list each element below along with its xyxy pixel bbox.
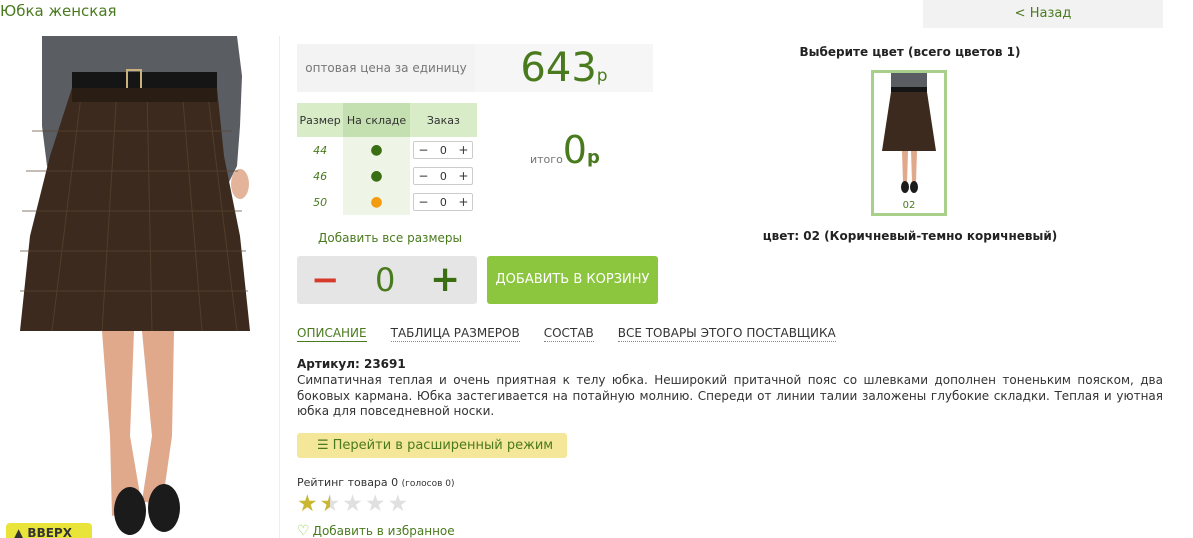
star-icon[interactable]: ★	[388, 491, 409, 517]
tab-description[interactable]: ОПИСАНИЕ	[297, 326, 367, 342]
quantity-value[interactable]: 0	[375, 260, 395, 300]
advanced-mode-button[interactable]: ☰ Перейти в расширенный режим	[297, 433, 567, 458]
price-currency: р	[596, 66, 608, 86]
to-top-button[interactable]: ▲ ВВЕРХ	[6, 523, 92, 538]
size-cell: 50	[313, 195, 328, 209]
star-icon[interactable]: ★	[365, 491, 386, 517]
tab-composition[interactable]: СОСТАВ	[543, 326, 594, 342]
price-label: оптовая цена за единицу	[305, 61, 467, 75]
add-to-favorites-link[interactable]: ♡ Добавить в избранное	[297, 523, 455, 538]
color-thumbnail-label: 02	[902, 200, 916, 211]
stock-cell: ●	[343, 163, 410, 189]
in-stock-icon: ●	[370, 142, 383, 158]
price-box: оптовая цена за единицу 643р	[297, 44, 653, 92]
size-cell: 46	[313, 169, 328, 183]
color-thumbnail-image	[882, 73, 936, 193]
decrement-button[interactable]: −	[418, 143, 428, 157]
product-photo	[2, 36, 280, 538]
rating-votes: (голосов 0)	[401, 479, 455, 489]
to-top-label: ВВЕРХ	[27, 526, 72, 538]
page-title: Юбка женская	[0, 2, 117, 20]
tab-size-chart[interactable]: ТАБЛИЦА РАЗМЕРОВ	[390, 326, 520, 342]
quantity-box: − 0 +	[297, 256, 477, 304]
total-value: 0	[562, 128, 587, 172]
decrement-button[interactable]: −	[418, 195, 428, 209]
order-total: итого0р	[530, 128, 600, 172]
product-description: Симпатичная теплая и очень приятная к те…	[297, 373, 1163, 418]
decrement-button[interactable]: −	[418, 169, 428, 183]
color-thumbnail[interactable]: 02	[871, 70, 947, 216]
order-cell: − 0 +	[410, 189, 477, 215]
table-row: 46 ● − 0 +	[297, 163, 477, 189]
quantity-minus-button[interactable]: −	[311, 260, 340, 300]
quantity-value[interactable]: 0	[440, 196, 447, 209]
increment-button[interactable]: +	[458, 195, 468, 209]
color-name: цвет: 02 (Коричневый-темно коричневый)	[762, 229, 1058, 243]
table-row: 50 ● − 0 +	[297, 189, 477, 215]
increment-button[interactable]: +	[458, 169, 468, 183]
heart-icon: ♡	[297, 523, 310, 538]
favorites-label: Добавить в избранное	[312, 524, 455, 538]
star-icon[interactable]: ★	[342, 491, 363, 517]
price-value-wrap: 643р	[475, 44, 653, 92]
quantity-stepper: − 0 +	[413, 167, 474, 185]
arrow-up-icon: ▲	[14, 526, 24, 538]
rating-label: Рейтинг товара 0 (голосов 0)	[297, 476, 455, 489]
rating-text: Рейтинг товара 0	[297, 476, 399, 489]
stock-cell: ●	[343, 137, 410, 163]
advanced-mode-label: Перейти в расширенный режим	[332, 438, 554, 453]
price-value: 643	[520, 45, 597, 91]
star-icon[interactable]: ★	[320, 491, 341, 517]
quantity-stepper: − 0 +	[413, 141, 474, 159]
total-currency: р	[586, 147, 600, 168]
size-cell: 44	[313, 143, 328, 157]
quantity-plus-button[interactable]: +	[430, 260, 460, 300]
in-stock-icon: ●	[370, 168, 383, 184]
add-to-cart-button[interactable]: ДОБАВИТЬ В КОРЗИНУ	[487, 256, 658, 304]
order-header: Заказ	[409, 103, 477, 137]
article-number: Артикул: 23691	[297, 357, 406, 371]
color-title: Выберите цвет (всего цветов 1)	[799, 45, 1021, 59]
size-header: Размер	[297, 103, 344, 137]
order-cell: − 0 +	[410, 137, 477, 163]
stock-cell: ●	[343, 189, 410, 215]
sizes-table: Размер На складе Заказ 44 ● − 0 + 46 ● −	[297, 103, 477, 215]
tab-supplier-products[interactable]: ВСЕ ТОВАРЫ ЭТОГО ПОСТАВЩИКА	[617, 326, 836, 342]
table-row: 44 ● − 0 +	[297, 137, 477, 163]
add-all-sizes-link[interactable]: Добавить все размеры	[318, 231, 462, 245]
increment-button[interactable]: +	[458, 143, 468, 157]
stock-header: На складе	[343, 103, 410, 137]
star-icon[interactable]: ★	[297, 491, 318, 517]
total-label: итого	[530, 153, 563, 166]
quantity-value[interactable]: 0	[440, 144, 447, 157]
product-tabs: ОПИСАНИЕ ТАБЛИЦА РАЗМЕРОВ СОСТАВ ВСЕ ТОВ…	[297, 326, 836, 342]
rating-stars[interactable]: ★ ★ ★ ★ ★	[297, 491, 408, 517]
quantity-value[interactable]: 0	[440, 170, 447, 183]
back-link[interactable]: < Назад	[923, 0, 1163, 28]
list-icon: ☰	[317, 438, 329, 453]
order-cell: − 0 +	[410, 163, 477, 189]
low-stock-icon: ●	[370, 194, 383, 210]
quantity-stepper: − 0 +	[413, 193, 474, 211]
